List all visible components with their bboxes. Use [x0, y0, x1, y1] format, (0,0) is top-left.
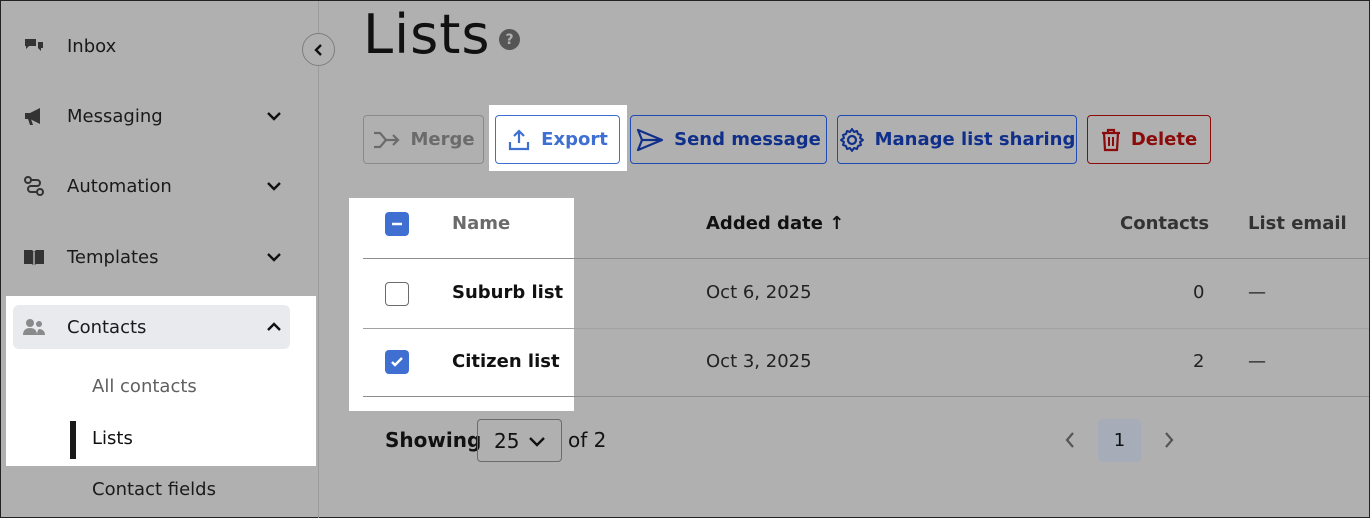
active-indicator	[70, 421, 76, 459]
sidebar-subitem-all-contacts[interactable]: All contacts	[92, 376, 197, 397]
row-contacts: 0	[1193, 282, 1205, 303]
sidebar-item-contacts[interactable]: Contacts	[13, 305, 290, 349]
sort-arrow-up-icon: ↑	[829, 213, 845, 234]
page-size-value: 25	[494, 428, 520, 453]
chevron-down-icon[interactable]	[264, 247, 284, 267]
page-1-button[interactable]: 1	[1098, 419, 1141, 462]
page-count-label: of 2	[568, 428, 607, 452]
help-icon[interactable]: ?	[499, 29, 520, 50]
page-size-select[interactable]: 25	[477, 419, 562, 462]
table-divider	[363, 396, 1369, 397]
table-divider	[363, 258, 1369, 259]
row-list-email: —	[1248, 351, 1266, 372]
sidebar-subitem-lists[interactable]: Lists	[92, 428, 133, 449]
header-added-date[interactable]: Added date ↑	[706, 213, 844, 234]
sidebar-item-label: Contacts	[67, 316, 147, 338]
header-contacts[interactable]: Contacts	[1120, 213, 1209, 234]
send-message-label: Send message	[674, 129, 821, 150]
check-icon	[391, 357, 403, 367]
page-title: Lists	[363, 3, 491, 66]
chevron-down-icon[interactable]	[264, 106, 284, 126]
minus-icon	[392, 222, 402, 226]
manage-list-sharing-label: Manage list sharing	[874, 129, 1076, 150]
row-checkbox[interactable]	[385, 282, 409, 306]
select-all-checkbox[interactable]	[385, 212, 409, 236]
trash-icon	[1101, 128, 1120, 151]
sidebar-item-automation[interactable]: Automation	[13, 164, 290, 208]
export-label: Export	[541, 129, 608, 150]
export-button[interactable]: Export	[495, 115, 620, 164]
sidebar: Inbox Messaging Automation Templates Con…	[1, 1, 319, 518]
header-added-date-label: Added date	[706, 213, 823, 234]
previous-page-button[interactable]	[1059, 429, 1081, 451]
chevron-down-icon[interactable]	[264, 176, 284, 196]
row-added-date: Oct 6, 2025	[706, 282, 812, 303]
merge-label: Merge	[410, 129, 475, 150]
chevron-down-icon	[529, 436, 546, 447]
merge-icon	[374, 131, 401, 148]
megaphone-icon	[23, 105, 45, 127]
row-checkbox-checked[interactable]	[385, 350, 409, 374]
delete-label: Delete	[1130, 129, 1198, 150]
workflow-icon	[23, 175, 45, 197]
row-added-date: Oct 3, 2025	[706, 351, 812, 372]
chevron-left-icon	[1065, 432, 1074, 448]
next-page-button[interactable]	[1158, 429, 1180, 451]
sidebar-item-label: Messaging	[67, 105, 163, 127]
sidebar-item-templates[interactable]: Templates	[13, 235, 290, 279]
header-list-email[interactable]: List email	[1248, 213, 1347, 234]
row-name[interactable]: Suburb list	[452, 282, 563, 303]
sidebar-item-label: Automation	[67, 175, 172, 197]
chevron-up-icon[interactable]	[264, 317, 284, 337]
chevron-left-icon	[313, 43, 322, 56]
people-icon	[23, 316, 45, 338]
sidebar-item-inbox[interactable]: Inbox	[13, 24, 290, 68]
header-name[interactable]: Name	[452, 213, 510, 234]
upload-icon	[509, 128, 530, 150]
merge-button[interactable]: Merge	[363, 115, 484, 164]
gear-icon	[839, 127, 864, 152]
book-icon	[23, 246, 45, 268]
row-list-email: —	[1248, 282, 1266, 303]
showing-label: Showing	[385, 428, 482, 452]
send-message-button[interactable]: Send message	[630, 115, 827, 164]
manage-list-sharing-button[interactable]: Manage list sharing	[837, 115, 1077, 164]
chat-bubbles-icon	[23, 35, 45, 57]
row-contacts: 2	[1193, 351, 1205, 372]
row-name[interactable]: Citizen list	[452, 351, 560, 372]
sidebar-item-label: Inbox	[67, 35, 117, 57]
sidebar-item-messaging[interactable]: Messaging	[13, 94, 290, 138]
table-divider	[363, 328, 1369, 329]
collapse-sidebar-button[interactable]	[302, 33, 335, 66]
sidebar-item-label: Templates	[67, 246, 159, 268]
delete-button[interactable]: Delete	[1087, 115, 1211, 164]
sidebar-subitem-contact-fields[interactable]: Contact fields	[92, 479, 216, 500]
send-icon	[637, 128, 664, 151]
chevron-right-icon	[1165, 432, 1174, 448]
